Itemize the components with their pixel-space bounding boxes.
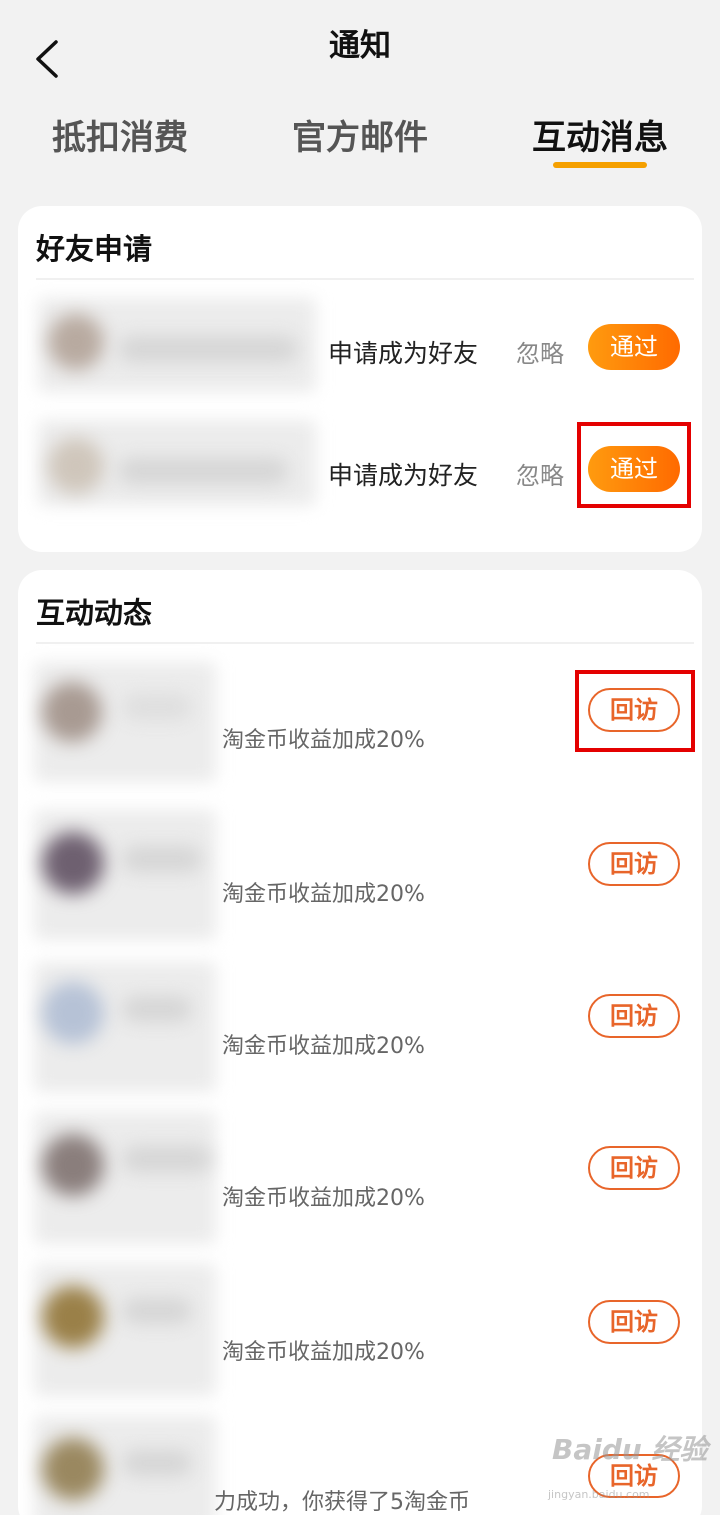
- request-text: 申请成为好友: [328, 339, 479, 368]
- tab-official-mail[interactable]: 官方邮件: [292, 110, 428, 159]
- top-bar: 通知: [0, 0, 720, 90]
- activity-text: 淘金币收益加成20%: [222, 728, 425, 753]
- blurred-username: [118, 336, 298, 362]
- blurred-username: [122, 694, 192, 720]
- highlight-box: [575, 670, 695, 752]
- activity-text: 淘金币收益加成20%: [222, 1034, 425, 1059]
- section-title-activity: 互动动态: [36, 596, 153, 630]
- tab-deduction[interactable]: 抵扣消费: [52, 110, 188, 159]
- avatar: [48, 438, 104, 494]
- avatar: [42, 1438, 104, 1500]
- accept-button[interactable]: 通过: [588, 324, 680, 370]
- visit-back-button[interactable]: 回访: [588, 994, 680, 1038]
- avatar: [42, 1134, 104, 1196]
- section-title-friend-requests: 好友申请: [36, 232, 153, 266]
- blurred-username: [122, 1298, 192, 1324]
- avatar: [48, 314, 104, 370]
- visit-back-button[interactable]: 回访: [588, 1146, 680, 1190]
- tab-bar: 抵扣消费 官方邮件 互动消息: [0, 110, 720, 180]
- activity-text: 淘金币收益加成20%: [222, 1340, 425, 1365]
- divider: [36, 642, 694, 644]
- blurred-username: [118, 458, 288, 484]
- visit-back-button[interactable]: 回访: [588, 1300, 680, 1344]
- activity-text: 淘金币收益加成20%: [222, 1186, 425, 1211]
- watermark-logo: Baidu 经验: [552, 1433, 708, 1466]
- active-tab-indicator: [553, 162, 647, 168]
- blurred-username: [122, 1450, 192, 1476]
- visit-back-button[interactable]: 回访: [588, 842, 680, 886]
- avatar: [42, 832, 104, 894]
- avatar: [42, 1286, 104, 1348]
- request-text: 申请成为好友: [328, 461, 479, 490]
- tab-interaction[interactable]: 互动消息: [532, 110, 668, 159]
- page-title: 通知: [329, 28, 391, 64]
- highlight-box: [577, 422, 691, 508]
- blurred-username: [122, 846, 202, 872]
- divider: [36, 278, 694, 280]
- watermark-url: jingyan.baidu.com: [548, 1488, 650, 1501]
- avatar: [42, 982, 104, 1044]
- avatar: [42, 682, 102, 742]
- activity-text: 淘金币收益加成20%: [222, 882, 425, 907]
- blurred-username: [122, 996, 192, 1022]
- blurred-username: [122, 1146, 212, 1172]
- ignore-button[interactable]: 忽略: [516, 456, 564, 491]
- ignore-button[interactable]: 忽略: [516, 334, 564, 369]
- activity-text: 力成功，你获得了5淘金币: [214, 1490, 470, 1515]
